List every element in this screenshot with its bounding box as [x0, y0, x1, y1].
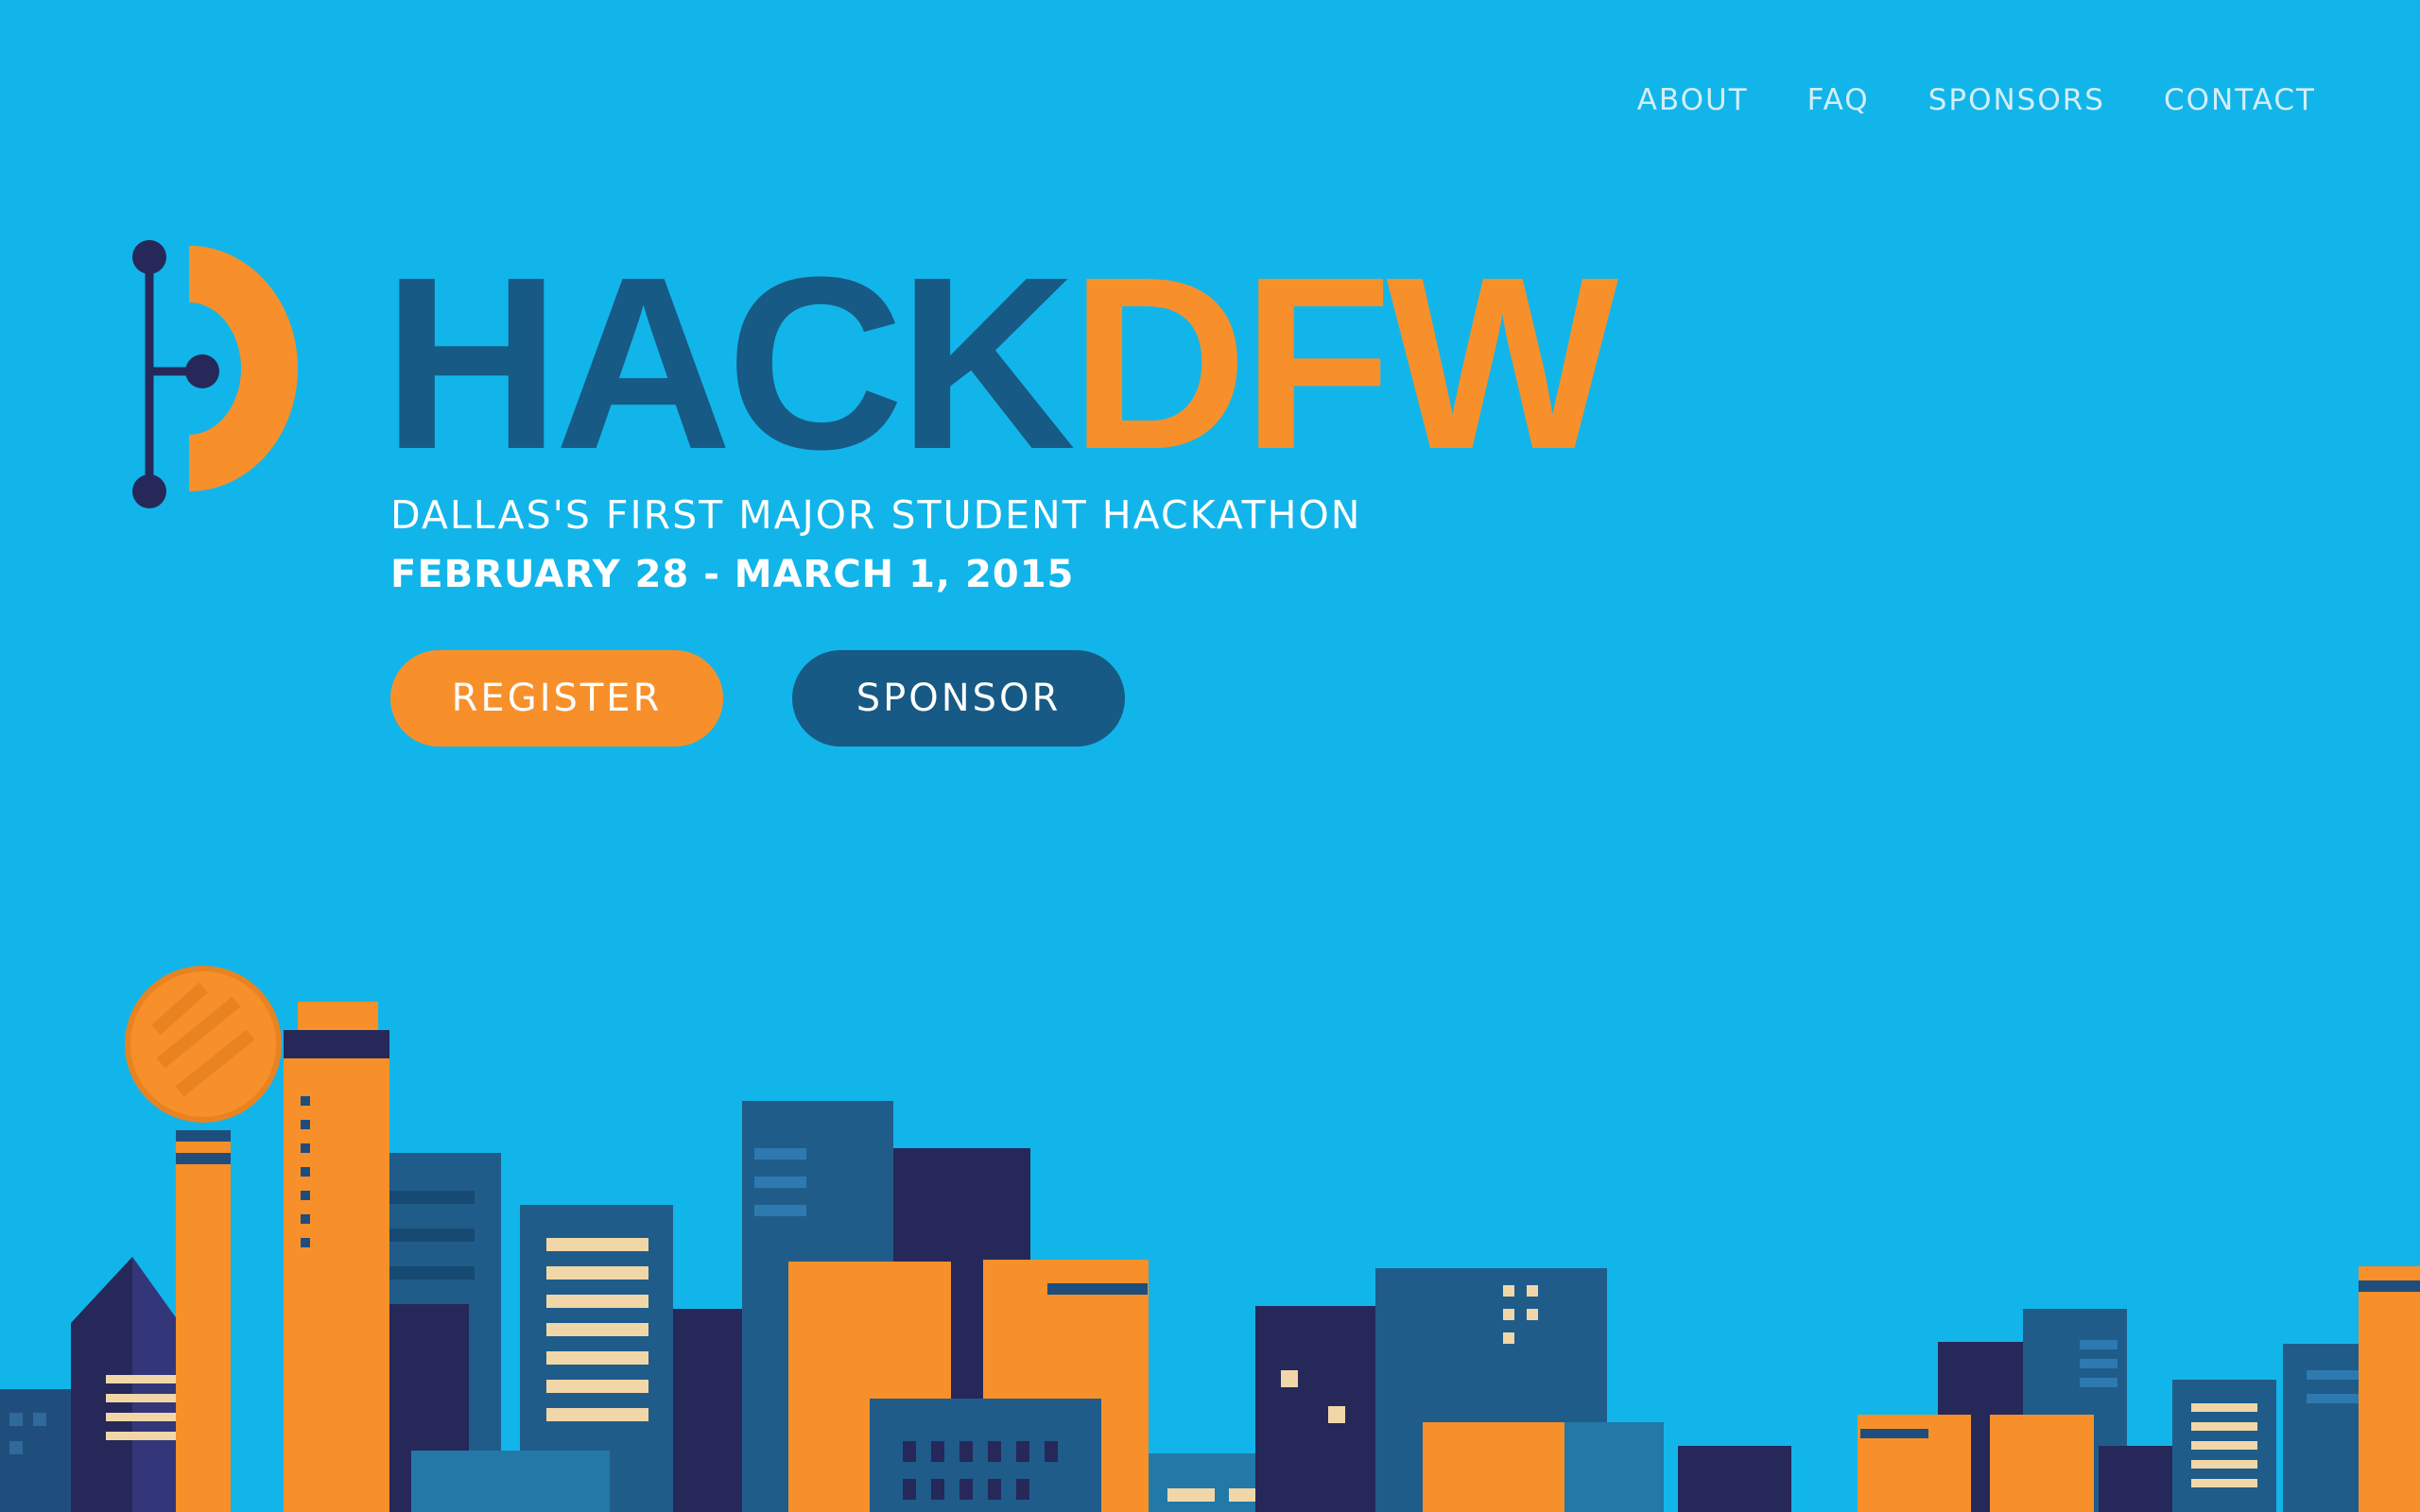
main-nav: ABOUT FAQ SPONSORS CONTACT	[1637, 83, 2316, 117]
tagline: DALLAS'S FIRST MAJOR STUDENT HACKATHON	[390, 492, 1362, 538]
event-dates: FEBRUARY 28 - MARCH 1, 2015	[390, 553, 1075, 596]
nav-sponsors-link[interactable]: SPONSORS	[1928, 83, 2105, 117]
title-hack: HACK	[383, 227, 1076, 501]
nav-about-link[interactable]: ABOUT	[1637, 83, 1749, 117]
nav-faq-link[interactable]: FAQ	[1807, 83, 1870, 117]
city-skyline-illustration	[0, 966, 2420, 1512]
site-title: HACKDFW	[383, 241, 1618, 487]
nav-contact-link[interactable]: CONTACT	[2164, 83, 2316, 117]
register-button[interactable]: REGISTER	[390, 650, 723, 747]
hackdfw-logo-icon	[132, 240, 298, 508]
sponsor-button[interactable]: SPONSOR	[792, 650, 1125, 747]
title-dfw: DFW	[1070, 227, 1618, 501]
